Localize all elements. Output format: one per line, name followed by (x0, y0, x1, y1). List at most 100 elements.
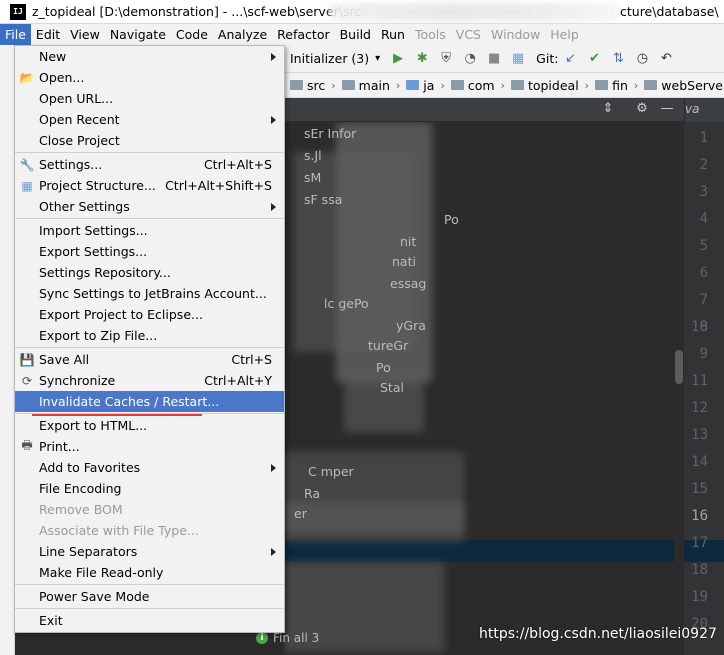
menu-item-export-eclipse[interactable]: Export Project to Eclipse... (15, 304, 284, 325)
profile-icon[interactable]: ◔ (461, 50, 479, 68)
line-number: 5 (699, 238, 708, 254)
breadcrumb-item[interactable]: src (290, 78, 325, 93)
menu-navigate[interactable]: Navigate (105, 24, 171, 45)
breadcrumb-item[interactable]: topideal (510, 78, 579, 93)
tree-row[interactable]: Ra (304, 486, 674, 508)
menu-item-make-read-only[interactable]: Make File Read-only (15, 562, 284, 583)
editor-tab[interactable]: va (684, 98, 724, 122)
menu-item-open-url[interactable]: Open URL... (15, 88, 284, 109)
breadcrumb-item[interactable]: ja (406, 78, 434, 93)
breadcrumb-item[interactable]: main (341, 78, 390, 93)
line-number: 4 (699, 211, 708, 227)
tree-row[interactable]: s.Jl (304, 148, 674, 170)
menu-item-export-zip[interactable]: Export to Zip File... (15, 325, 284, 346)
menu-item-save-all[interactable]: 💾 Save All Ctrl+S (15, 349, 284, 370)
menu-item-settings[interactable]: 🔧 Settings... Ctrl+Alt+S (15, 154, 284, 175)
menu-item-synchronize[interactable]: ⟳ Synchronize Ctrl+Alt+Y (15, 370, 284, 391)
menu-item-line-separators[interactable]: Line Separators (15, 541, 284, 562)
tree-row[interactable]: C mper (308, 464, 674, 486)
git-history-icon[interactable]: ◷ (633, 50, 651, 68)
tree-row[interactable]: essag (390, 276, 674, 298)
menu-edit[interactable]: Edit (31, 24, 65, 45)
line-number: 1 (699, 130, 708, 146)
project-tree[interactable]: sEr Infor s.Jl sM sF ssa Po nit nati ess… (284, 122, 674, 655)
menu-tools[interactable]: Tools (410, 24, 451, 45)
breadcrumb: src › main › ja › com › topideal › fin ›… (284, 73, 724, 98)
line-number: 11 (691, 373, 708, 389)
tree-row[interactable]: nati (392, 254, 674, 276)
menu-item-export-html[interactable]: Export to HTML... (15, 415, 284, 436)
scrollbar-thumb[interactable] (675, 350, 683, 384)
folder-icon (290, 80, 303, 90)
breadcrumb-item[interactable]: com (450, 78, 495, 93)
menu-item-add-favorites[interactable]: Add to Favorites (15, 457, 284, 478)
line-number: 17 (691, 535, 708, 551)
menu-item-sync-settings[interactable]: Sync Settings to JetBrains Account... (15, 283, 284, 304)
git-commit-icon[interactable]: ✔ (585, 50, 603, 68)
menu-analyze[interactable]: Analyze (213, 24, 272, 45)
tree-row[interactable]: nit (400, 234, 674, 256)
menu-item-invalidate-caches[interactable]: Invalidate Caches / Restart... (15, 391, 284, 412)
info-icon: i (256, 632, 268, 644)
menu-item-power-save[interactable]: Power Save Mode (15, 586, 284, 607)
watermark-url: https://blog.csdn.net/liaosilei0927 (479, 626, 717, 642)
minimize-icon[interactable]: — (659, 101, 675, 117)
tree-row[interactable]: er (294, 506, 674, 528)
debug-icon[interactable]: ✱ (413, 50, 431, 68)
menu-item-print[interactable]: 🖶 Print... (15, 436, 284, 457)
run-configuration-select[interactable]: Initializer (3) (284, 48, 375, 70)
tree-row[interactable]: Po (376, 360, 674, 382)
chevron-right-icon: › (633, 78, 639, 92)
menu-build[interactable]: Build (335, 24, 376, 45)
git-update-icon[interactable]: ↙ (561, 50, 579, 68)
menu-item-open[interactable]: 📂 Open... (15, 67, 284, 88)
tree-row[interactable]: sM (304, 170, 674, 192)
menu-item-settings-repository[interactable]: Settings Repository... (15, 262, 284, 283)
submenu-arrow-icon (271, 463, 276, 472)
title-blur-region (330, 3, 620, 21)
tree-row[interactable]: tureGr (368, 338, 674, 360)
menu-help[interactable]: Help (545, 24, 584, 45)
menu-item-other-settings[interactable]: Other Settings (15, 196, 284, 217)
menu-vcs[interactable]: VCS (451, 24, 486, 45)
tree-row[interactable]: Stal (380, 380, 674, 402)
tree-file-item[interactable]: i Fin all 3 (256, 631, 319, 645)
line-number: 10 (691, 319, 708, 335)
chevron-right-icon: › (500, 78, 505, 92)
stop-icon[interactable]: ■ (485, 50, 503, 68)
menu-refactor[interactable]: Refactor (272, 24, 334, 45)
menu-item-exit[interactable]: Exit (15, 610, 284, 631)
menu-run[interactable]: Run (376, 24, 410, 45)
tree-row[interactable]: sF ssa (304, 192, 674, 214)
breadcrumb-item[interactable]: fin (595, 78, 628, 93)
gear-icon[interactable]: ⚙ (634, 101, 650, 117)
line-number: 3 (699, 184, 708, 200)
tree-row[interactable]: lc gePo (324, 296, 674, 318)
menu-code[interactable]: Code (171, 24, 213, 45)
project-structure-icon[interactable]: ▦ (509, 50, 527, 68)
menu-item-close-project[interactable]: Close Project (15, 130, 284, 151)
chevron-right-icon: › (584, 78, 590, 92)
tree-row[interactable]: sEr Infor (304, 126, 674, 148)
menu-item-new[interactable]: New (15, 46, 284, 67)
tree-row[interactable]: Po (444, 212, 674, 234)
tree-scrollbar[interactable] (674, 122, 684, 655)
git-rollback-icon[interactable]: ↶ (657, 50, 675, 68)
chevron-right-icon: › (440, 78, 445, 92)
breadcrumb-item[interactable]: webServer (644, 78, 724, 93)
menu-window[interactable]: Window (486, 24, 545, 45)
line-number: 2 (699, 157, 708, 173)
tree-row[interactable]: yGra (396, 318, 674, 340)
folder-icon (406, 80, 420, 90)
run-icon[interactable]: ▶ (389, 50, 407, 68)
menu-item-open-recent[interactable]: Open Recent (15, 109, 284, 130)
menu-view[interactable]: View (65, 24, 105, 45)
menu-item-project-structure[interactable]: ▦ Project Structure... Ctrl+Alt+Shift+S (15, 175, 284, 196)
coverage-icon[interactable]: ⛨ (437, 50, 455, 68)
menu-item-export-settings[interactable]: Export Settings... (15, 241, 284, 262)
git-push-icon[interactable]: ⇅ (609, 50, 627, 68)
menu-file[interactable]: File (0, 24, 31, 45)
collapse-all-icon[interactable]: ⇕ (600, 101, 616, 117)
menu-item-import-settings[interactable]: Import Settings... (15, 220, 284, 241)
menu-item-file-encoding[interactable]: File Encoding (15, 478, 284, 499)
